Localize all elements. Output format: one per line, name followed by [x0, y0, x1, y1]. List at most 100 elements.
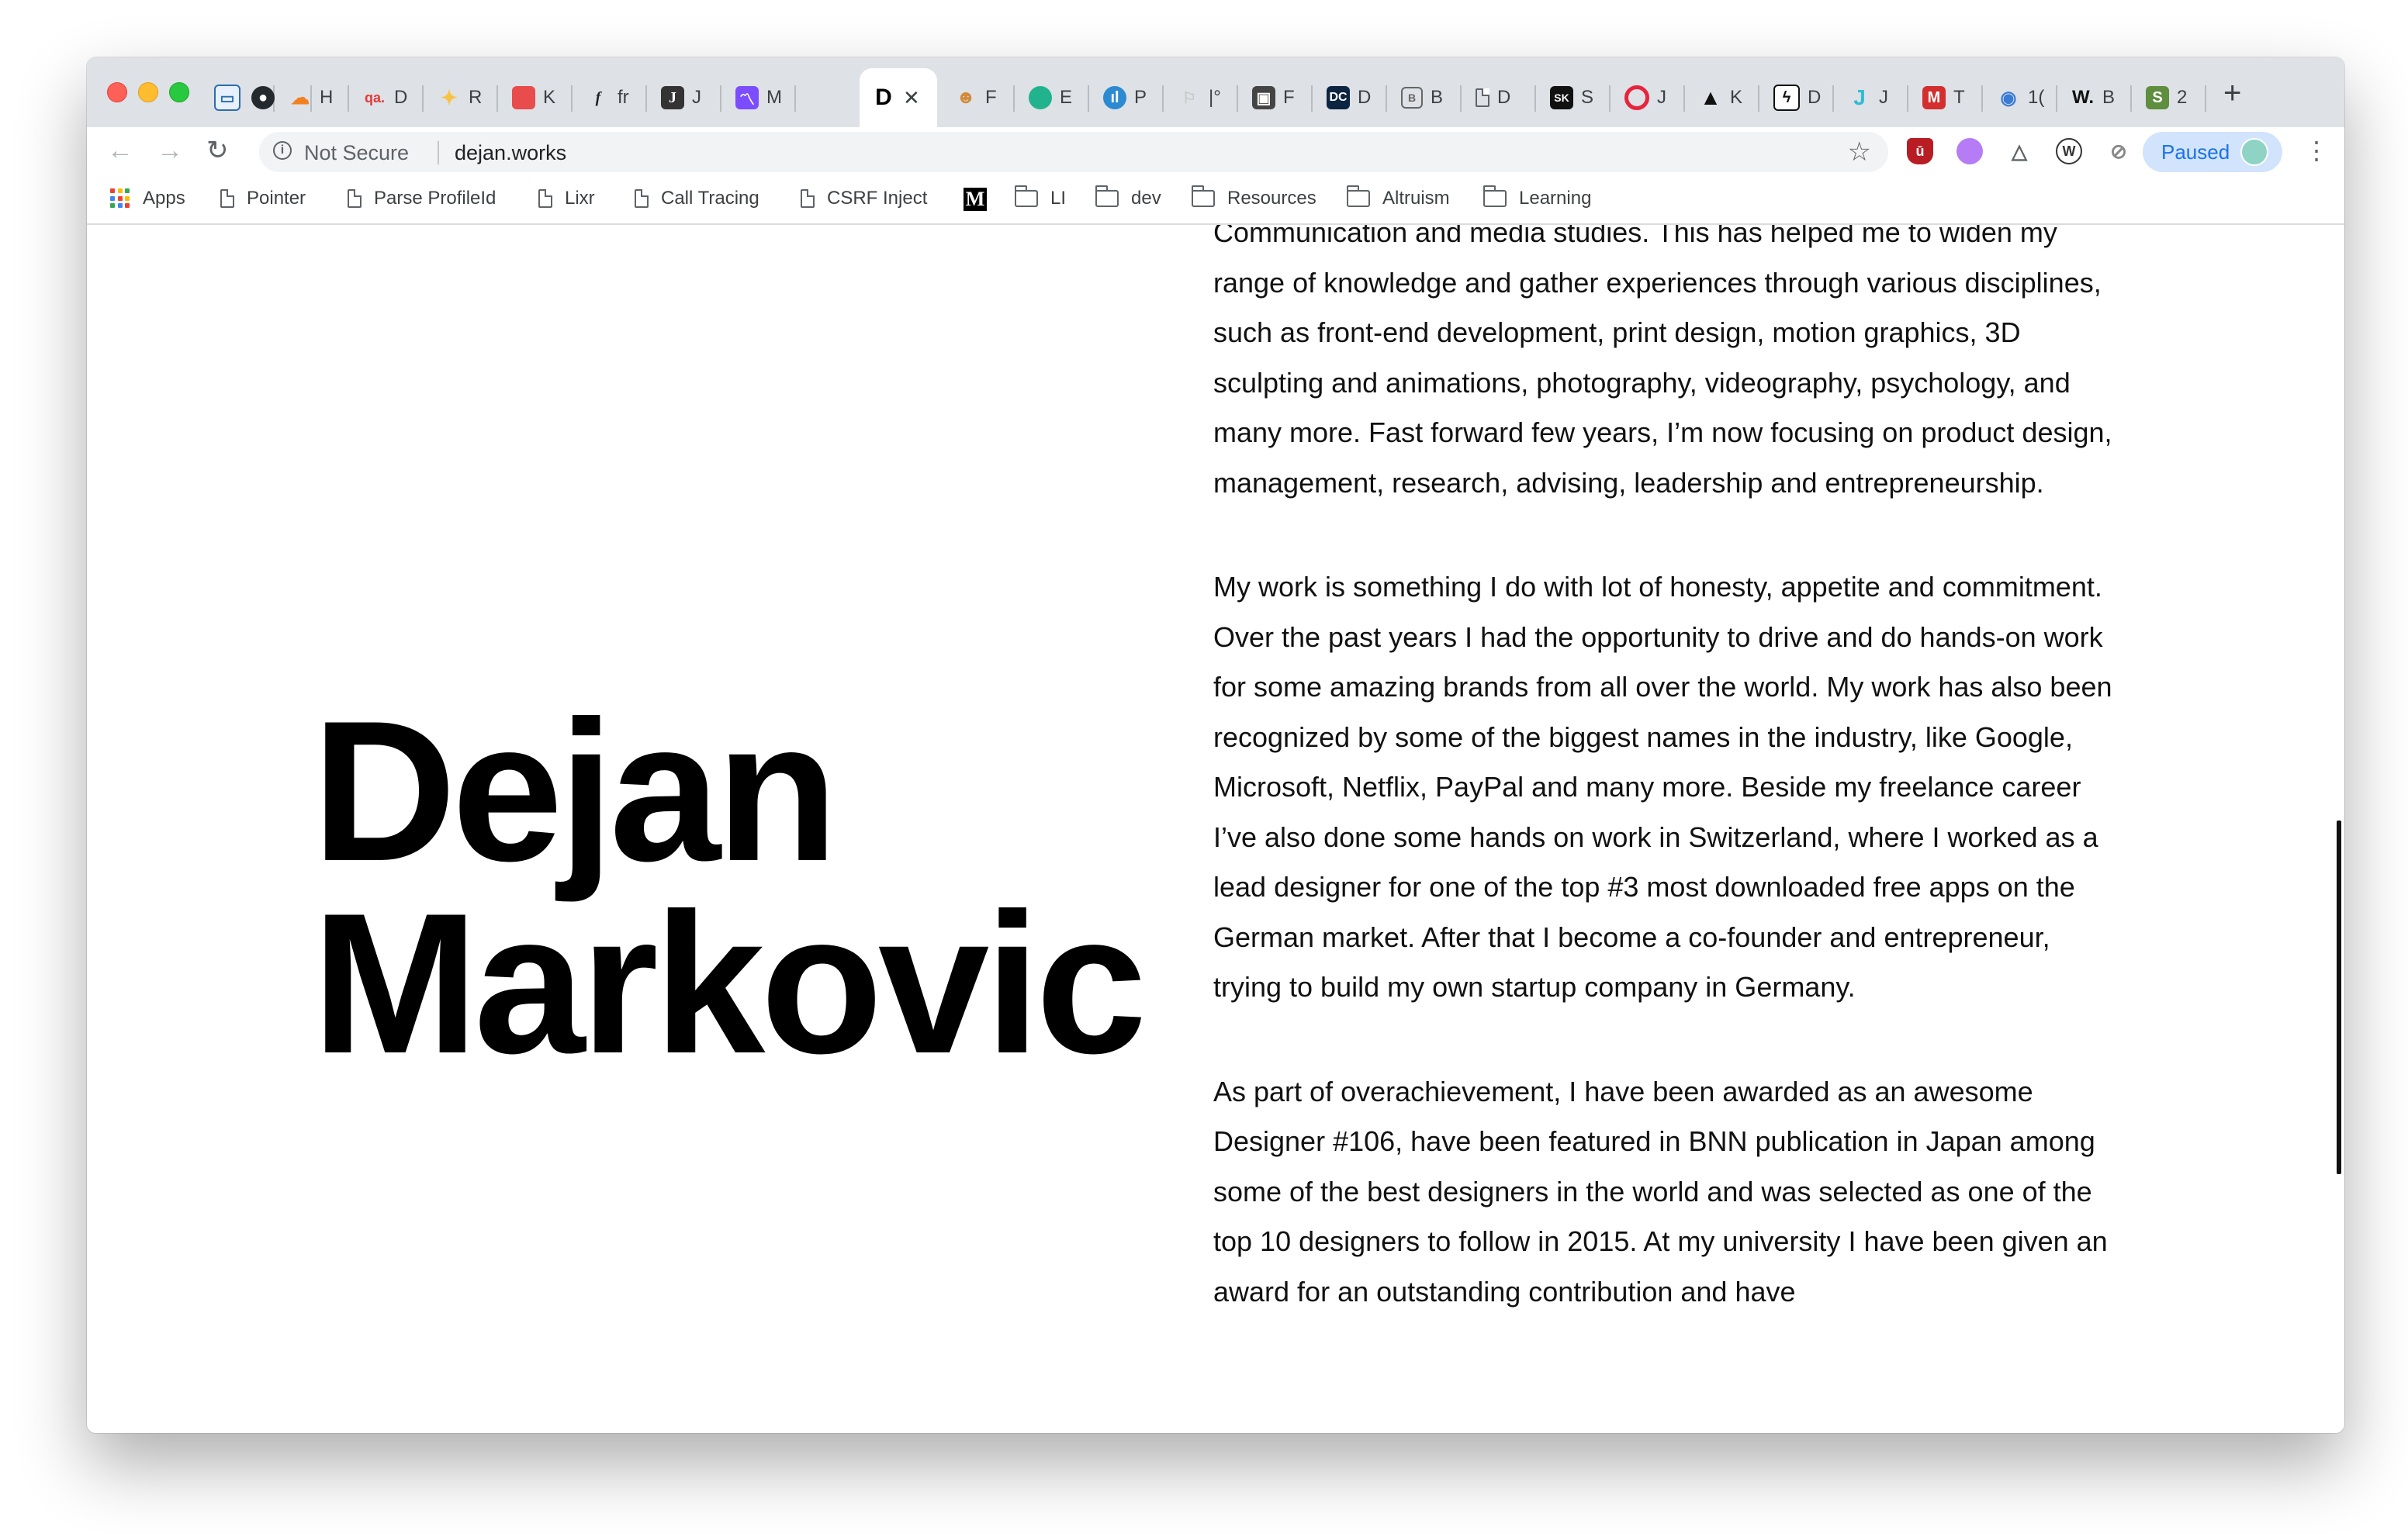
scrollbar-thumb[interactable]	[2337, 821, 2341, 1174]
red-ring-icon	[1624, 85, 1649, 110]
bookmark-label: Apps	[143, 188, 185, 209]
purple-extension-icon[interactable]	[1956, 138, 1983, 164]
qa-icon: qa.	[364, 89, 385, 105]
tab[interactable]: 〽 M	[721, 68, 796, 127]
tab-label: D	[1497, 87, 1511, 108]
new-tab-button[interactable]: +	[2223, 78, 2241, 109]
page-icon	[1476, 88, 1489, 107]
green-circle-icon	[1029, 86, 1052, 109]
j-icon: J	[661, 86, 684, 109]
tab[interactable]: W. B	[2057, 68, 2132, 127]
flag-icon: ⚐	[1182, 89, 1196, 107]
bookmark-label: dev	[1131, 188, 1161, 209]
tab[interactable]: ☁ H	[275, 68, 349, 127]
bio-paragraph: Communication and media studies. This ha…	[1213, 225, 2112, 499]
sk-icon: SK	[1550, 86, 1573, 109]
folder-icon	[1192, 185, 1215, 207]
tab[interactable]: ◉ 1(	[1983, 68, 2057, 127]
tab-label: E	[1060, 87, 1073, 108]
browser-window: ▭ ● ☁ H qa. D ✦ R K f fr J J 〽 M D ✕ ☻ F…	[87, 57, 2344, 1433]
crossed-extension-icon[interactable]: ⊘	[2105, 138, 2132, 164]
address-bar[interactable]: i Not Secure dejan.works ☆	[259, 132, 1888, 172]
tab[interactable]: ✦ R	[424, 68, 498, 127]
ublock-icon[interactable]: ū	[1907, 138, 1933, 164]
profile-button[interactable]: Paused	[2143, 132, 2282, 172]
url-text[interactable]: dejan.works	[455, 141, 566, 165]
photo-icon: ▣	[1252, 86, 1275, 109]
tab[interactable]: ▣ F	[1238, 68, 1313, 127]
tab[interactable]: K	[498, 68, 573, 127]
close-window-button[interactable]	[107, 82, 127, 102]
wappalyzer-icon[interactable]: W	[2056, 138, 2082, 164]
bookmark-folder-learning[interactable]: Learning	[1483, 185, 1591, 209]
close-tab-icon[interactable]: ✕	[903, 86, 920, 110]
tab[interactable]: S 2	[2132, 68, 2206, 127]
box-icon: B	[1401, 87, 1423, 109]
tab[interactable]: f fr	[573, 68, 647, 127]
bookmark-folder-li[interactable]: LI	[1015, 185, 1066, 209]
tab[interactable]: SK S	[1536, 68, 1611, 127]
triangle-icon: ▲	[1700, 85, 1721, 109]
tab-label: B	[1431, 87, 1444, 108]
bookmark-folder-resources[interactable]: Resources	[1192, 185, 1316, 209]
tab[interactable]: J	[1611, 68, 1685, 127]
tab[interactable]: ϟ D	[1759, 68, 1834, 127]
tab[interactable]: qa. D	[349, 68, 424, 127]
bookmark-lixr[interactable]: Lixr	[538, 188, 595, 209]
tab-label: 2	[2177, 87, 2188, 108]
tab[interactable]: D	[1462, 68, 1536, 127]
tab[interactable]: ☻ F	[940, 68, 1015, 127]
triangle-extension-icon[interactable]: △	[2006, 138, 2033, 164]
tab-label: T	[1953, 87, 1965, 108]
bookmark-star-icon[interactable]: ☆	[1848, 136, 1871, 168]
bookmark-folder-altruism[interactable]: Altruism	[1347, 185, 1450, 209]
tab-label: J	[692, 87, 701, 108]
apps-grid-icon	[110, 188, 130, 209]
minimize-window-button[interactable]	[138, 82, 158, 102]
function-icon: f	[595, 88, 601, 106]
tab-label: H	[320, 87, 334, 108]
page-icon	[538, 189, 552, 208]
tab-strip: ▭ ● ☁ H qa. D ✦ R K f fr J J 〽 M D ✕ ☻ F…	[87, 57, 2344, 127]
bookmark-medium[interactable]: M	[964, 188, 987, 211]
tab[interactable]: J J	[647, 68, 721, 127]
security-label[interactable]: Not Secure	[304, 141, 409, 165]
tab-active[interactable]: D ✕	[860, 68, 937, 127]
bookmark-pointer[interactable]: Pointer	[220, 188, 306, 209]
tab-label: F	[985, 87, 997, 108]
back-icon[interactable]: ←	[107, 135, 133, 166]
menu-icon[interactable]: ⋮	[2304, 135, 2329, 166]
tab-label: P	[1134, 87, 1147, 108]
bookmark-label: Parse ProfileId	[374, 188, 496, 209]
medium-icon: M	[964, 188, 987, 211]
bookmark-folder-dev[interactable]: dev	[1095, 185, 1161, 209]
tab-label: S	[1581, 87, 1594, 108]
tab-label: R	[469, 87, 483, 108]
tab[interactable]: ⚐ |°	[1164, 68, 1238, 127]
tab[interactable]: E	[1015, 68, 1089, 127]
address-divider	[438, 141, 439, 164]
tab-label: K	[543, 87, 556, 108]
bookmark-label: CSRF Inject	[827, 188, 928, 209]
page-icon	[801, 189, 815, 208]
tab[interactable]: ▲ K	[1685, 68, 1759, 127]
eye-icon: ◉	[2000, 87, 2017, 109]
tab-label: |°	[1209, 87, 1221, 108]
tab[interactable]: DC D	[1313, 68, 1387, 127]
bookmark-parse-profileid[interactable]: Parse ProfileId	[348, 188, 496, 209]
tab[interactable]: J J	[1834, 68, 1908, 127]
bookmark-csrf-inject[interactable]: CSRF Inject	[801, 188, 927, 209]
tab[interactable]: ıl P	[1089, 68, 1164, 127]
tab-label: B	[2102, 87, 2116, 108]
bookmark-apps[interactable]: Apps	[110, 188, 185, 209]
reload-icon[interactable]: ↻	[206, 135, 229, 166]
m-red-icon: M	[1922, 86, 1946, 109]
maximize-window-button[interactable]	[169, 82, 189, 102]
tab[interactable]: M T	[1908, 68, 1983, 127]
page-icon	[635, 189, 649, 208]
bookmark-call-tracing[interactable]: Call Tracing	[635, 188, 759, 209]
tab[interactable]: B B	[1387, 68, 1462, 127]
forward-icon[interactable]: →	[157, 135, 183, 166]
profile-status: Paused	[2161, 140, 2230, 164]
info-icon[interactable]: i	[273, 141, 292, 160]
